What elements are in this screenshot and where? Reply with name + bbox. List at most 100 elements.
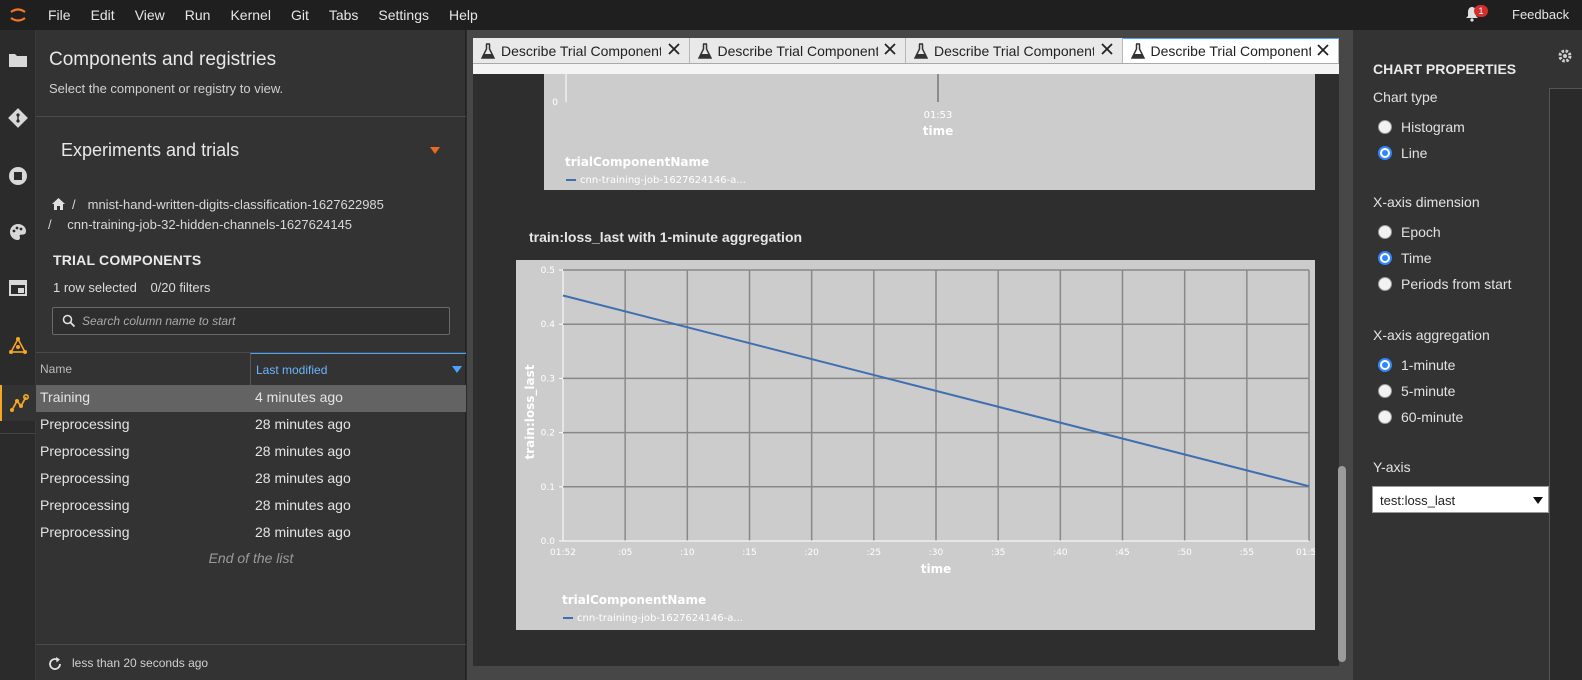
- breadcrumb-separator: /: [48, 217, 52, 232]
- x-axis-label: time: [921, 562, 952, 576]
- radio-time[interactable]: [1378, 251, 1392, 265]
- breadcrumb-experiment[interactable]: mnist-hand-written-digits-classification…: [88, 197, 384, 212]
- menu-kernel[interactable]: Kernel: [220, 0, 280, 30]
- menu-edit[interactable]: Edit: [81, 0, 125, 30]
- table-row[interactable]: Preprocessing 28 minutes ago: [36, 493, 466, 520]
- tab-label: Describe Trial Component: [501, 42, 661, 59]
- row-name: Training: [40, 389, 91, 405]
- refresh-icon[interactable]: [47, 656, 63, 672]
- flask-icon: [697, 42, 712, 59]
- gear-icon[interactable]: [1557, 48, 1573, 64]
- tab-describe-trial-component-3[interactable]: Describe Trial Component: [906, 38, 1123, 63]
- close-icon[interactable]: [1100, 43, 1113, 55]
- column-header-last-modified[interactable]: Last modified: [250, 353, 466, 385]
- column-header-name[interactable]: Name: [40, 362, 72, 376]
- x-tick-label: 01:52: [550, 548, 576, 558]
- radio-line[interactable]: [1378, 146, 1392, 160]
- running-sessions-icon[interactable]: [0, 158, 36, 194]
- sagemaker-components-icon[interactable]: [0, 328, 36, 364]
- radio-epoch[interactable]: [1378, 225, 1392, 239]
- menu-settings[interactable]: Settings: [368, 0, 439, 30]
- row-name: Preprocessing: [40, 497, 130, 513]
- x-tick-label: :10: [680, 548, 695, 558]
- chart-title: train:loss_last with 1-minute aggregatio…: [529, 229, 803, 245]
- close-icon[interactable]: [884, 43, 896, 55]
- radio-60-minute[interactable]: [1378, 410, 1392, 424]
- panel-title: Components and registries: [49, 49, 277, 70]
- x-tick-label: :25: [867, 548, 881, 558]
- experiments-icon[interactable]: [0, 385, 36, 421]
- divider: [36, 116, 466, 117]
- breadcrumb-trial[interactable]: cnn-training-job-32-hidden-channels-1627…: [67, 217, 352, 232]
- table-row[interactable]: Preprocessing 28 minutes ago: [36, 439, 466, 466]
- menu-git[interactable]: Git: [281, 0, 319, 30]
- y-tick-label: 0.3: [541, 374, 555, 384]
- breadcrumb-trial-line: / cnn-training-job-32-hidden-channels-16…: [48, 217, 352, 232]
- radio-label-periods-from-start[interactable]: Periods from start: [1401, 276, 1511, 292]
- close-icon[interactable]: [1317, 44, 1329, 56]
- menu-run[interactable]: Run: [175, 0, 221, 30]
- row-name: Preprocessing: [40, 443, 130, 459]
- table-row[interactable]: Training 4 minutes ago: [36, 385, 466, 412]
- menu-bar: File Edit View Run Kernel Git Tabs Setti…: [0, 0, 1582, 30]
- radio-label-60-minute[interactable]: 60-minute: [1401, 409, 1463, 425]
- tab-describe-trial-component-2[interactable]: Describe Trial Component: [689, 38, 906, 63]
- radio-label-time[interactable]: Time: [1401, 250, 1432, 266]
- y-tick-label: 0.1: [541, 483, 555, 493]
- x-axis-aggregation-label: X-axis aggregation: [1373, 327, 1490, 343]
- radio-1-minute[interactable]: [1378, 358, 1392, 372]
- tabs-icon[interactable]: [0, 270, 36, 306]
- y-axis-select[interactable]: test:loss_last: [1372, 486, 1549, 513]
- menu-view[interactable]: View: [125, 0, 175, 30]
- tab-label: Describe Trial Component: [934, 42, 1094, 59]
- radio-5-minute[interactable]: [1378, 384, 1392, 398]
- feedback-link[interactable]: Feedback: [1512, 0, 1569, 30]
- menu-file[interactable]: File: [36, 0, 81, 30]
- activity-separator: [0, 433, 36, 434]
- trial-components-heading: TRIAL COMPONENTS: [53, 252, 202, 268]
- close-icon[interactable]: [667, 43, 680, 55]
- caret-down-icon: [1533, 497, 1543, 504]
- caret-down-icon[interactable]: [430, 147, 440, 154]
- flask-icon: [481, 42, 495, 59]
- radio-label-5-minute[interactable]: 5-minute: [1401, 383, 1455, 399]
- tab-label: Describe Trial Component: [1150, 43, 1311, 59]
- menu-help[interactable]: Help: [439, 0, 488, 30]
- radio-label-histogram[interactable]: Histogram: [1401, 119, 1465, 135]
- table-row[interactable]: Preprocessing 28 minutes ago: [36, 520, 466, 547]
- y-axis-label: Y-axis: [1373, 459, 1411, 475]
- radio-label-1-minute[interactable]: 1-minute: [1401, 357, 1455, 373]
- search-input[interactable]: [82, 314, 442, 328]
- radio-histogram[interactable]: [1378, 120, 1392, 134]
- activity-bar: [0, 30, 36, 680]
- experiments-dropdown-label[interactable]: Experiments and trials: [61, 140, 239, 161]
- tab-describe-trial-component-4[interactable]: Describe Trial Component: [1122, 38, 1339, 63]
- radio-label-line[interactable]: Line: [1401, 145, 1427, 161]
- git-icon[interactable]: [0, 100, 36, 136]
- row-name: Preprocessing: [40, 416, 130, 432]
- sort-desc-icon[interactable]: [452, 366, 462, 373]
- radio-label-epoch[interactable]: Epoch: [1401, 224, 1441, 240]
- filter-count[interactable]: 0/20 filters: [150, 280, 210, 295]
- tab-describe-trial-component-1[interactable]: Describe Trial Component: [473, 38, 690, 63]
- legend-entry[interactable]: cnn-training-job-1627624146-a...: [577, 613, 743, 624]
- y-tick-label: 0.5: [541, 266, 555, 276]
- legend-entry[interactable]: cnn-training-job-1627624146-a...: [580, 175, 746, 186]
- menu-tabs[interactable]: Tabs: [319, 0, 369, 30]
- x-axis-dimension-label: X-axis dimension: [1373, 194, 1480, 210]
- radio-periods-from-start[interactable]: [1378, 277, 1392, 291]
- home-icon[interactable]: [52, 198, 66, 211]
- previous-chart-card: 0 01:53 time trialComponentName cnn-trai…: [544, 74, 1315, 190]
- end-of-list: End of the list: [208, 550, 294, 566]
- chart-grid: [562, 269, 1310, 542]
- column-search: [52, 307, 450, 335]
- y-tick-label: 0.0: [541, 537, 556, 547]
- folder-icon[interactable]: [0, 42, 36, 78]
- table-row[interactable]: Preprocessing 28 minutes ago: [36, 466, 466, 493]
- x-tick-label: :35: [991, 548, 1005, 558]
- content-scrollbar[interactable]: [1338, 466, 1346, 662]
- palette-icon[interactable]: [0, 214, 36, 250]
- breadcrumb: / mnist-hand-written-digits-classificati…: [52, 197, 384, 212]
- table-row[interactable]: Preprocessing 28 minutes ago: [36, 412, 466, 439]
- panel-footer: less than 20 seconds ago: [36, 644, 466, 680]
